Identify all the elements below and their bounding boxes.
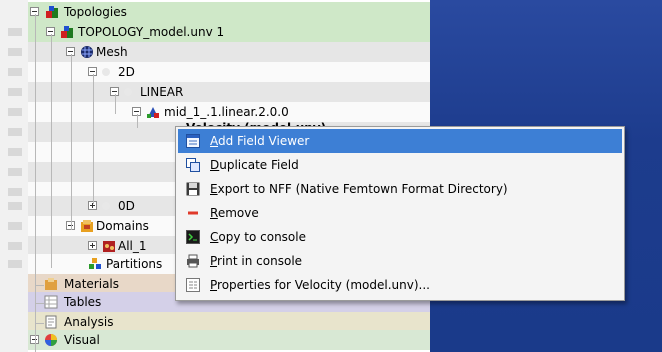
tree-connector — [71, 54, 72, 230]
tree-label-mid-linear: mid_1_.1.linear.2.0.0 — [164, 105, 289, 119]
tree-connector — [137, 114, 138, 128]
tree-label-all-1: All_1 — [118, 239, 147, 253]
group-dot-icon — [124, 88, 132, 96]
tree-row-mid-linear[interactable]: mid_1_.1.linear.2.0.0 — [0, 102, 430, 122]
materials-icon — [45, 278, 57, 290]
tree-label-tables: Tables — [64, 295, 102, 309]
analysis-icon — [45, 315, 57, 329]
tree-row-linear[interactable]: LINEAR — [0, 82, 430, 102]
tree-label-2d: 2D — [118, 65, 135, 79]
tree-label-mesh: Mesh — [96, 45, 128, 59]
menu-item-label: Copy to console — [210, 230, 306, 244]
gutter-marker — [8, 188, 22, 196]
gutter-marker — [8, 108, 22, 116]
domain-group-icon — [103, 241, 115, 252]
expand-toggle[interactable] — [88, 241, 97, 250]
tree-label-0d: 0D — [118, 199, 135, 213]
mesh-icon — [81, 46, 93, 58]
menu-item-export-nff[interactable]: Export to NFF (Native Femtown Format Dir… — [178, 177, 622, 201]
menu-item-copy-to-console[interactable]: Copy to console — [178, 225, 622, 249]
menu-item-label: Add Field Viewer — [210, 134, 310, 148]
tree-label-analysis: Analysis — [64, 315, 114, 329]
tree-row-topologies[interactable]: Topologies — [0, 2, 430, 22]
tree-label-topology-model: TOPOLOGY_model.unv 1 — [78, 25, 225, 39]
tree-label-topologies: Topologies — [64, 5, 127, 19]
tree-connector — [115, 94, 116, 114]
topology-icon — [61, 26, 73, 38]
gutter-marker — [8, 260, 22, 268]
tree-connector — [51, 34, 52, 268]
tree-label-materials: Materials — [64, 277, 120, 291]
menu-item-print-in-console[interactable]: Print in console — [178, 249, 622, 273]
visual-icon — [45, 334, 57, 346]
gutter-marker — [8, 88, 22, 96]
tree-row-analysis[interactable]: Analysis — [0, 312, 430, 332]
menu-item-label: Export to NFF (Native Femtown Format Dir… — [210, 182, 508, 196]
row-band — [28, 82, 430, 102]
tree-connector — [35, 14, 36, 352]
tree-label-partitions: Partitions — [106, 257, 163, 271]
remove-icon — [188, 211, 198, 215]
tables-icon — [44, 295, 58, 309]
gutter-marker — [8, 242, 22, 250]
tree-row-2d[interactable]: 2D — [0, 62, 430, 82]
gutter-marker — [8, 148, 22, 156]
mesh-part-icon — [147, 107, 159, 118]
tree-connector — [36, 323, 44, 324]
gutter-marker — [8, 48, 22, 56]
duplicate-icon — [186, 158, 200, 172]
menu-item-label: Properties for Velocity (model.unv)... — [210, 278, 430, 292]
tree-row-topology-model[interactable]: TOPOLOGY_model.unv 1 — [0, 22, 430, 42]
save-icon — [186, 182, 200, 196]
menu-item-remove[interactable]: Remove — [178, 201, 622, 225]
tree-connector — [93, 74, 94, 204]
group-dot-icon — [102, 202, 110, 210]
menu-item-duplicate-field[interactable]: Duplicate Field — [178, 153, 622, 177]
menu-item-add-field-viewer[interactable]: Add Field Viewer — [178, 129, 622, 153]
tree-connector — [36, 303, 44, 304]
tree-connector — [36, 285, 44, 286]
topology-icon — [46, 6, 58, 18]
group-dot-icon — [102, 68, 110, 76]
gutter-marker — [8, 68, 22, 76]
tree-label-domains: Domains — [96, 219, 149, 233]
menu-item-properties[interactable]: Properties for Velocity (model.unv)... — [178, 273, 622, 297]
print-icon — [187, 254, 199, 268]
context-menu: Add Field Viewer Duplicate Field Export … — [175, 126, 625, 301]
tree-row-mesh[interactable]: Mesh — [0, 42, 430, 62]
gutter-marker — [8, 202, 22, 210]
tree-label-linear: LINEAR — [140, 85, 184, 99]
menu-item-label: Remove — [210, 206, 259, 220]
partitions-icon — [89, 258, 101, 269]
menu-item-label: Print in console — [210, 254, 303, 268]
tree-label-visual: Visual — [64, 333, 100, 347]
tree-row-visual[interactable]: Visual — [0, 330, 430, 350]
field-viewer-icon — [186, 134, 200, 148]
domains-icon — [81, 220, 93, 232]
gutter-marker — [8, 168, 22, 176]
menu-item-label: Duplicate Field — [210, 158, 299, 172]
gutter-marker — [8, 128, 22, 136]
gutter-marker — [8, 222, 22, 230]
gutter-marker — [8, 28, 22, 36]
properties-icon — [186, 278, 200, 292]
console-icon — [186, 230, 200, 244]
